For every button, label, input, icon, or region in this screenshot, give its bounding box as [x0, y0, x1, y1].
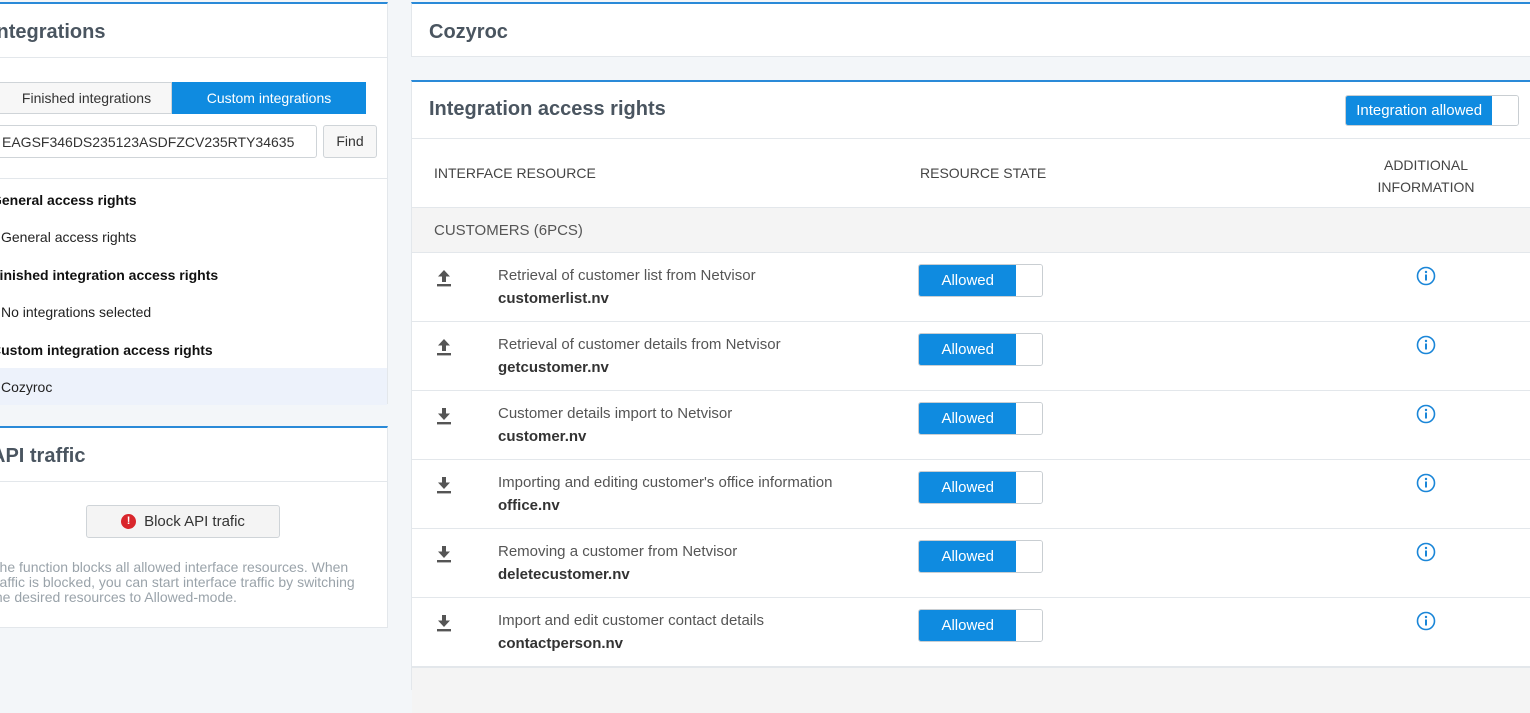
nav-heading-custom: Custom integration access rights	[0, 342, 213, 358]
info-icon[interactable]	[1416, 335, 1436, 355]
integration-allowed-label: Integration allowed	[1346, 96, 1493, 125]
upload-icon	[437, 339, 451, 356]
resource-state-label: Allowed	[919, 403, 1017, 434]
column-header-info-line2: INFORMATION	[1377, 179, 1475, 195]
download-icon	[437, 546, 451, 563]
resource-state-toggle[interactable]: Allowed	[918, 609, 1043, 642]
download-icon	[437, 477, 451, 494]
access-rights-title: Integration access rights	[429, 98, 666, 120]
block-api-traffic-label: Block API trafic	[144, 513, 245, 530]
resource-state-toggle[interactable]: Allowed	[918, 264, 1043, 297]
tab-custom-integrations[interactable]: Custom integrations	[172, 82, 366, 114]
resource-state-toggle[interactable]: Allowed	[918, 333, 1043, 366]
table-row: Retrieval of customer details from Netvi…	[412, 322, 1530, 391]
table-row: Import and edit customer contact details…	[412, 598, 1530, 667]
info-icon[interactable]	[1416, 266, 1436, 286]
table-row: Importing and editing customer's office …	[412, 460, 1530, 529]
resource-file: contactperson.nv	[498, 635, 624, 652]
resource-file: getcustomer.nv	[498, 359, 609, 376]
download-icon	[437, 615, 451, 632]
resource-description: Retrieval of customer details from Netvi…	[498, 336, 781, 353]
resource-description: Retrieval of customer list from Netvisor	[498, 267, 756, 284]
resource-state-toggle[interactable]: Allowed	[918, 402, 1043, 435]
integration-allowed-toggle[interactable]: Integration allowed	[1345, 95, 1519, 126]
info-icon[interactable]	[1416, 404, 1436, 424]
section-footer	[412, 667, 1530, 713]
info-icon[interactable]	[1416, 473, 1436, 493]
resource-file: customerlist.nv	[498, 290, 609, 307]
integrations-title: Integrations	[0, 21, 106, 43]
column-header-state: RESOURCE STATE	[920, 165, 1047, 181]
resource-file: deletecustomer.nv	[498, 566, 630, 583]
integration-name-title: Cozyroc	[429, 21, 508, 43]
column-header-resource: INTERFACE RESOURCE	[434, 165, 596, 181]
section-label: CUSTOMERS (6PCS)	[434, 222, 583, 239]
integration-header-panel: Cozyroc	[411, 2, 1530, 57]
api-help-text: The function blocks all allowed interfac…	[0, 559, 355, 605]
upload-icon	[437, 270, 451, 287]
table-row: Removing a customer from Netvisor delete…	[412, 529, 1530, 598]
resource-description: Customer details import to Netvisor	[498, 405, 733, 422]
resource-state-label: Allowed	[919, 541, 1017, 572]
resource-file: office.nv	[498, 497, 560, 514]
table-row: Customer details import to Netvisor cust…	[412, 391, 1530, 460]
find-button[interactable]: Find	[323, 125, 377, 158]
integrations-panel: Integrations Finished integrations Custo…	[0, 2, 388, 405]
section-customers: CUSTOMERS (6PCS)	[412, 207, 1530, 253]
column-header-info: ADDITIONAL INFORMATION	[1376, 154, 1476, 198]
resource-state-label: Allowed	[919, 472, 1017, 503]
divider	[0, 178, 387, 179]
api-traffic-title: API traffic	[0, 445, 86, 467]
toggle-knob	[1016, 610, 1042, 641]
integration-key-input[interactable]	[0, 125, 317, 158]
divider	[412, 138, 1530, 139]
integration-tabs: Finished integrations Custom integration…	[0, 82, 377, 114]
resource-state-label: Allowed	[919, 334, 1017, 365]
resource-description: Removing a customer from Netvisor	[498, 543, 738, 560]
column-header-info-line1: ADDITIONAL	[1383, 157, 1468, 173]
nav-heading-finished: Finished integration access rights	[0, 267, 219, 283]
resource-state-toggle[interactable]: Allowed	[918, 471, 1043, 504]
toggle-knob	[1016, 334, 1042, 365]
resource-description: Importing and editing customer's office …	[498, 474, 833, 491]
info-icon[interactable]	[1416, 542, 1436, 562]
resource-state-toggle[interactable]: Allowed	[918, 540, 1043, 573]
nav-item-selected-highlight[interactable]: Cozyroc	[0, 368, 387, 405]
toggle-knob	[1492, 96, 1518, 125]
toggle-knob	[1016, 403, 1042, 434]
resource-file: customer.nv	[498, 428, 587, 445]
nav-item-no-integrations: No integrations selected	[1, 304, 152, 320]
nav-heading-general: General access rights	[0, 192, 137, 208]
resource-description: Import and edit customer contact details	[498, 612, 764, 629]
download-icon	[437, 408, 451, 425]
toggle-knob	[1016, 472, 1042, 503]
tab-finished-integrations[interactable]: Finished integrations	[0, 82, 172, 114]
divider	[0, 57, 387, 58]
nav-item-general-access-rights[interactable]: General access rights	[1, 229, 136, 245]
table-row: Retrieval of customer list from Netvisor…	[412, 253, 1530, 322]
resource-state-label: Allowed	[919, 610, 1017, 641]
block-api-traffic-button[interactable]: ! Block API trafic	[86, 505, 280, 538]
toggle-knob	[1016, 541, 1042, 572]
api-traffic-panel: API traffic ! Block API trafic The funct…	[0, 426, 388, 628]
resource-state-label: Allowed	[919, 265, 1017, 296]
alert-icon: !	[121, 514, 137, 529]
nav-item-cozyroc[interactable]: Cozyroc	[1, 379, 52, 395]
toggle-knob	[1016, 265, 1042, 296]
info-icon[interactable]	[1416, 611, 1436, 631]
divider	[0, 481, 387, 482]
access-rights-panel: Integration access rights Integration al…	[411, 80, 1530, 713]
